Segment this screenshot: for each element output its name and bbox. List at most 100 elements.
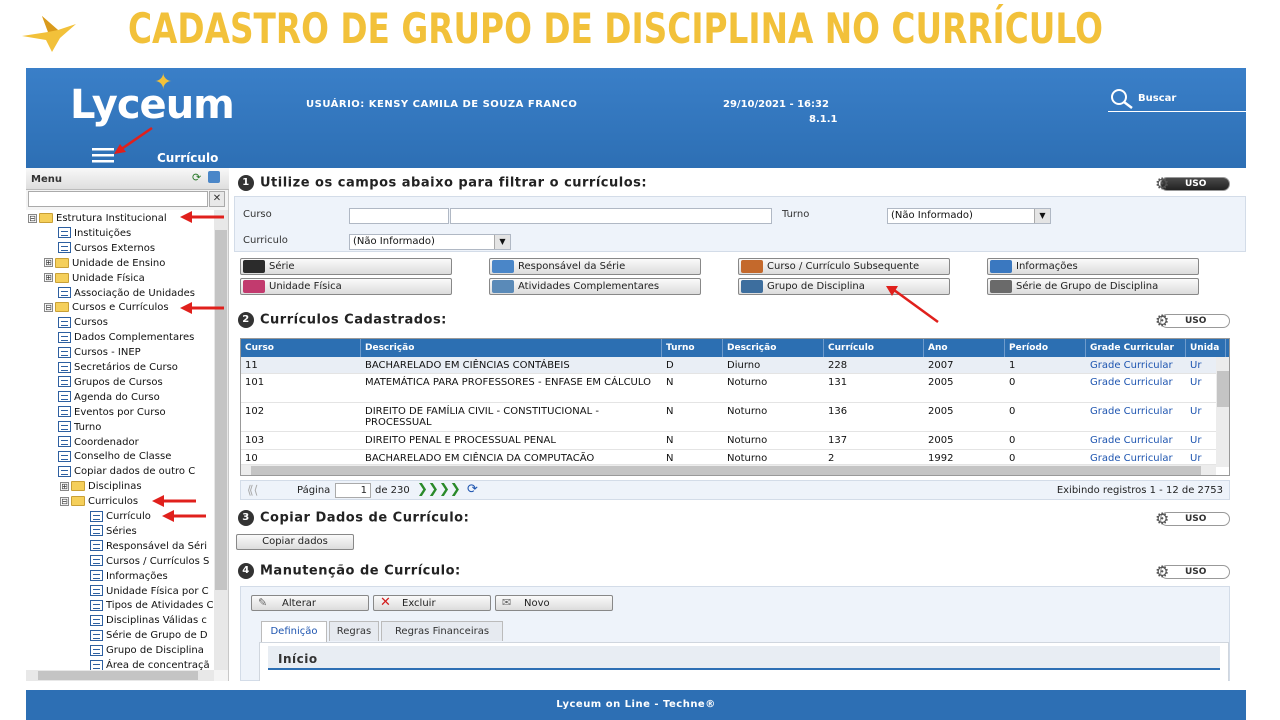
collapse-icon[interactable]: ⊟ [28, 213, 37, 223]
tab-definicao[interactable]: Definição [261, 621, 327, 642]
sidebar-horizontal-scrollbar[interactable] [26, 670, 214, 681]
sidebar-item[interactable]: ⊟ Cursos e Currículos [44, 300, 169, 315]
uso-button-1[interactable]: ⚙ USO [1155, 174, 1230, 193]
sidebar-item[interactable]: Disciplinas Válidas c [90, 613, 207, 628]
sidebar-vertical-scrollbar[interactable] [214, 210, 228, 670]
table-column-header[interactable]: Descrição [723, 339, 824, 357]
sidebar-item[interactable]: ⊞ Unidade de Ensino [44, 256, 165, 271]
nav-button[interactable]: Série [240, 258, 452, 275]
lyceum-logo[interactable]: Lyceum [70, 82, 235, 128]
table-vertical-scrollbar[interactable] [1216, 357, 1229, 467]
novo-button[interactable]: ✉ Novo [495, 595, 613, 611]
pin-icon[interactable] [208, 171, 220, 183]
table-cell-link[interactable]: Ur [1186, 360, 1212, 371]
curso-code-input[interactable] [349, 208, 449, 224]
table-column-header[interactable]: Ano [924, 339, 1005, 357]
expand-icon[interactable]: ⊞ [44, 273, 53, 283]
table-column-header[interactable]: Turno [662, 339, 723, 357]
table-row[interactable]: 101 MATEMÁTICA PARA PROFESSORES - ENFASE … [241, 374, 1216, 403]
first-page-icon[interactable]: ⟪⟨ [247, 483, 258, 497]
sidebar-item[interactable]: ⊟ Curriculos [60, 494, 138, 509]
search-icon[interactable] [1110, 88, 1136, 110]
nav-button[interactable]: Atividades Complementares [489, 278, 701, 295]
alterar-button[interactable]: ✎ Alterar [251, 595, 369, 611]
nav-button[interactable]: Unidade Física [240, 278, 452, 295]
collapse-icon[interactable]: ⊟ [44, 302, 53, 312]
search-box[interactable]: Buscar [1108, 88, 1246, 112]
sidebar-item[interactable]: Instituições [58, 226, 131, 241]
sidebar-item[interactable]: Coordenador [58, 435, 139, 450]
sidebar-search-input[interactable] [28, 191, 208, 207]
table-horizontal-scrollbar[interactable] [241, 465, 1216, 475]
sidebar-item[interactable]: Séries [90, 524, 137, 539]
tab-regras[interactable]: Regras [329, 621, 379, 641]
sidebar-item[interactable]: Cursos - INEP [58, 345, 141, 360]
excluir-button[interactable]: ✕ Excluir [373, 595, 491, 611]
sidebar-item[interactable]: Grupo de Disciplina [90, 643, 204, 658]
logo-star-icon: ✦ [154, 70, 173, 95]
table-column-header[interactable]: Período [1005, 339, 1086, 357]
sidebar-item[interactable]: Turno [58, 420, 101, 435]
table-cell-link[interactable]: Grade Curricular [1086, 453, 1186, 464]
sidebar-item[interactable]: Copiar dados de outro C [58, 464, 195, 479]
refresh-icon[interactable]: ⟳ [192, 171, 201, 184]
curriculo-select[interactable]: (Não Informado) ▼ [349, 234, 511, 250]
nav-button[interactable]: Série de Grupo de Disciplina [987, 278, 1199, 295]
table-cell-link[interactable]: Grade Curricular [1086, 406, 1186, 417]
next-page-icon[interactable]: ❯❯ [417, 482, 439, 497]
expand-icon[interactable]: ⊞ [44, 258, 53, 268]
sidebar-item[interactable]: Conselho de Classe [58, 449, 171, 464]
sidebar-item[interactable]: Eventos por Curso [58, 405, 166, 420]
sidebar-item[interactable]: Responsável da Séri [90, 539, 207, 554]
uso-button-2[interactable]: ⚙ USO [1155, 311, 1230, 330]
table-column-header[interactable]: Grade Curricular [1086, 339, 1186, 357]
refresh-icon[interactable]: ⟳ [467, 482, 478, 497]
nav-button[interactable]: Informações [987, 258, 1199, 275]
sidebar-item[interactable]: ⊞ Disciplinas [60, 479, 142, 494]
table-cell-link[interactable]: Grade Curricular [1086, 360, 1186, 371]
clear-search-button[interactable]: ✕ [209, 191, 225, 207]
sidebar-item[interactable]: Área de concentraçã [90, 658, 210, 670]
collapse-icon[interactable]: ⊟ [60, 496, 69, 506]
table-row[interactable]: 102 DIREITO DE FAMÍLIA CIVIL - CONSTITUCI… [241, 403, 1216, 432]
expand-icon[interactable]: ⊞ [60, 481, 69, 491]
table-cell-link[interactable]: Ur [1186, 453, 1212, 464]
page-input[interactable]: 1 [335, 483, 371, 498]
nav-button[interactable]: Curso / Currículo Subsequente [738, 258, 950, 275]
sidebar-item[interactable]: Cursos [58, 315, 108, 330]
tab-regras-financeiras[interactable]: Regras Financeiras [381, 621, 503, 641]
table-cell-link[interactable]: Grade Curricular [1086, 377, 1186, 388]
sidebar-item[interactable]: Tipos de Atividades C [90, 598, 214, 613]
sidebar-item[interactable]: Associação de Unidades [58, 286, 195, 301]
curso-name-input[interactable] [450, 208, 772, 224]
sidebar-item[interactable]: Grupos de Cursos [58, 375, 163, 390]
sidebar-item[interactable]: Unidade Física por C [90, 584, 209, 599]
uso-button-4[interactable]: ⚙ USO [1155, 562, 1230, 581]
table-column-header[interactable]: Unida [1186, 339, 1226, 357]
sidebar-item[interactable]: Agenda do Curso [58, 390, 160, 405]
table-row[interactable]: 10 BACHARELADO EM CIÊNCIA DA COMPUTACÃO N N… [241, 450, 1216, 465]
sidebar-item[interactable]: Informações [90, 569, 168, 584]
sidebar-item[interactable]: ⊞ Unidade Física [44, 271, 145, 286]
sidebar-item[interactable]: Dados Complementares [58, 330, 194, 345]
sidebar-item[interactable]: Currículo [90, 509, 151, 524]
uso-button-3[interactable]: ⚙ USO [1155, 509, 1230, 528]
table-column-header[interactable]: Descrição [361, 339, 662, 357]
table-cell-link[interactable]: Grade Curricular [1086, 435, 1186, 446]
nav-button[interactable]: Responsável da Série [489, 258, 701, 275]
table-cell-link[interactable]: Ur [1186, 406, 1212, 417]
last-page-icon[interactable]: ❯❯ [439, 482, 461, 497]
table-cell-link[interactable]: Ur [1186, 377, 1212, 388]
sidebar-item[interactable]: Cursos / Currículos S [90, 554, 209, 569]
sidebar-item[interactable]: Secretários de Curso [58, 360, 178, 375]
table-cell-link[interactable]: Ur [1186, 435, 1212, 446]
table-column-header[interactable]: Curso [241, 339, 361, 357]
copiar-dados-button[interactable]: Copiar dados [236, 534, 354, 550]
table-column-header[interactable]: Currículo [824, 339, 924, 357]
table-row[interactable]: 11 BACHARELADO EM CIÊNCIAS CONTÁBEIS D Diur… [241, 357, 1216, 374]
sidebar-item[interactable]: Série de Grupo de D [90, 628, 208, 643]
turno-select[interactable]: (Não Informado) ▼ [887, 208, 1051, 224]
sidebar-item[interactable]: ⊟ Estrutura Institucional [28, 211, 167, 226]
table-row[interactable]: 103 DIREITO PENAL E PROCESSUAL PENAL N Notu… [241, 432, 1216, 450]
sidebar-item[interactable]: Cursos Externos [58, 241, 155, 256]
